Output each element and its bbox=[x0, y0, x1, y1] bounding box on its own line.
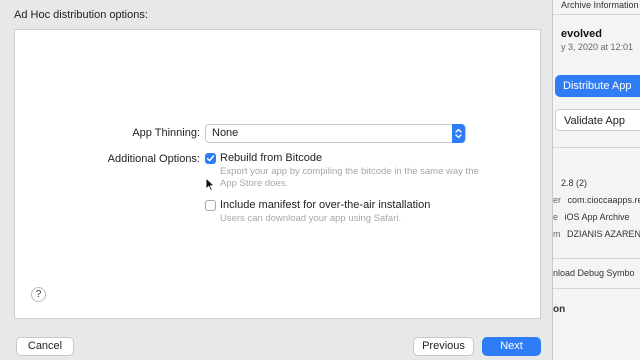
organizer-divider bbox=[553, 258, 640, 259]
team-row: m DZIANIS AZARENK bbox=[553, 229, 640, 239]
next-button[interactable]: Next bbox=[482, 337, 541, 356]
distribution-options-sheet: Ad Hoc distribution options: App Thinnin… bbox=[0, 0, 552, 360]
help-button[interactable]: ? bbox=[31, 287, 46, 302]
identifier-value: com.cioccaapps.re bbox=[567, 195, 640, 205]
include-manifest-checkbox[interactable] bbox=[205, 200, 216, 211]
cancel-button[interactable]: Cancel bbox=[16, 337, 74, 356]
archive-version: 2.8 (2) bbox=[561, 178, 588, 188]
download-debug-symbols-button[interactable]: nload Debug Symbo bbox=[553, 268, 635, 278]
include-manifest-description: Users can download your app using Safari… bbox=[220, 213, 402, 224]
up-down-chevron-icon bbox=[452, 124, 465, 143]
additional-options-label: Additional Options: bbox=[107, 153, 200, 165]
validate-app-button[interactable]: Validate App bbox=[555, 109, 640, 131]
team-label: m bbox=[553, 229, 561, 239]
distribute-app-button[interactable]: Distribute App bbox=[555, 75, 640, 97]
app-thinning-value: None bbox=[212, 127, 239, 139]
rebuild-bitcode-description-1: Export your app by compiling the bitcode… bbox=[220, 166, 479, 177]
identifier-label: er bbox=[553, 195, 562, 205]
archive-info-title: Archive Information bbox=[561, 0, 639, 10]
organizer-divider bbox=[553, 14, 640, 15]
team-value: DZIANIS AZARENK bbox=[567, 229, 640, 239]
include-manifest-label[interactable]: Include manifest for over-the-air instal… bbox=[220, 199, 430, 211]
rebuild-bitcode-checkbox[interactable] bbox=[205, 153, 216, 164]
organizer-divider bbox=[553, 147, 640, 148]
checkmark-icon bbox=[206, 155, 215, 162]
type-label: e bbox=[553, 212, 559, 222]
organizer-window: Archive Information evolved y 3, 2020 at… bbox=[552, 0, 640, 360]
arrow-cursor-icon bbox=[205, 177, 215, 192]
app-thinning-label: App Thinning: bbox=[132, 127, 200, 139]
archive-date: y 3, 2020 at 12:01 bbox=[561, 42, 634, 52]
identifier-row: er com.cioccaapps.re bbox=[553, 195, 640, 205]
type-row: e iOS App Archive bbox=[553, 212, 630, 222]
archive-app-name: evolved bbox=[561, 28, 602, 40]
rebuild-bitcode-label[interactable]: Rebuild from Bitcode bbox=[220, 152, 322, 164]
organizer-section-title: on bbox=[553, 304, 566, 315]
app-thinning-select[interactable]: None bbox=[205, 124, 466, 143]
sheet-title: Ad Hoc distribution options: bbox=[14, 9, 148, 21]
organizer-divider bbox=[553, 288, 640, 289]
type-value: iOS App Archive bbox=[564, 212, 630, 222]
previous-button[interactable]: Previous bbox=[413, 337, 474, 356]
rebuild-bitcode-description-2: App Store does. bbox=[220, 178, 289, 189]
